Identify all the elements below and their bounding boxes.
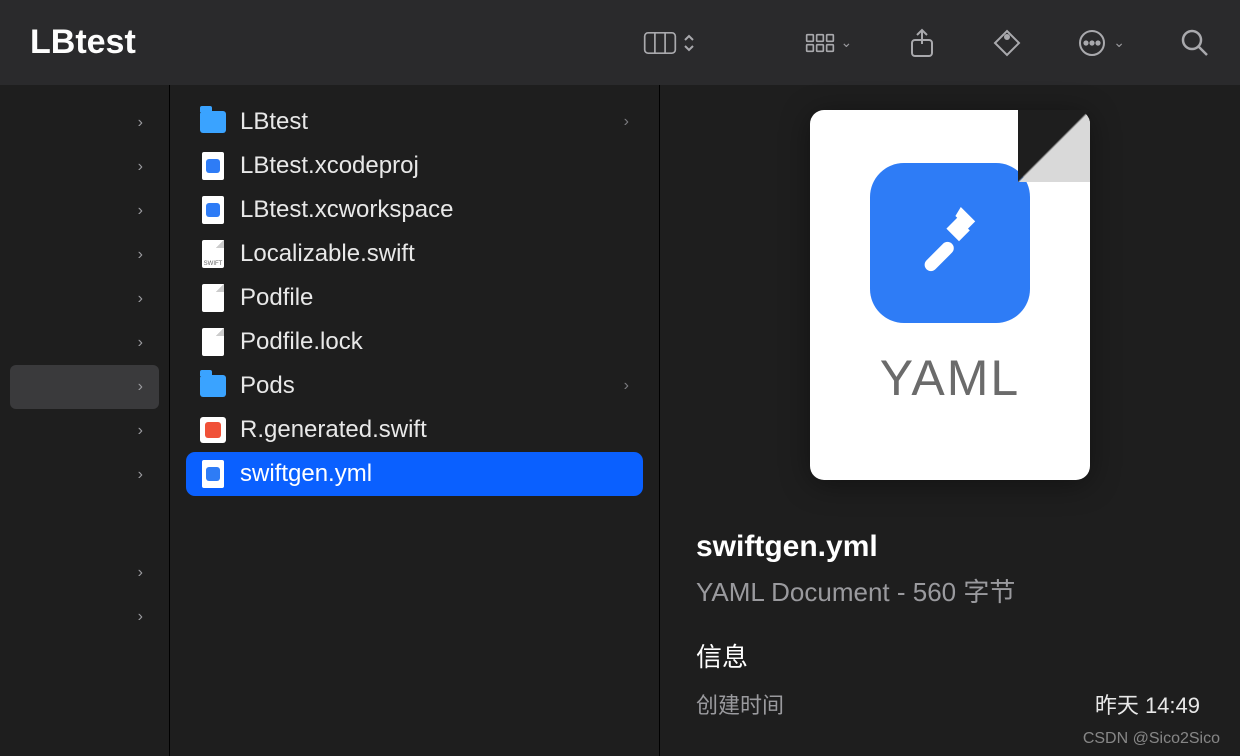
more-button[interactable]: ⌄ (1077, 28, 1125, 58)
file-name: LBtest.xcworkspace (240, 196, 629, 224)
file-name: LBtest (240, 108, 610, 136)
main-content: › › › › › › › › › › › LBtest › LBtest.xc… (0, 85, 1240, 756)
preview-created-label: 创建时间 (696, 688, 784, 720)
search-button[interactable] (1180, 28, 1210, 58)
chevron-down-icon: ⌄ (841, 34, 853, 51)
group-button[interactable]: ⌄ (805, 28, 853, 58)
file-name: R.generated.swift (240, 416, 629, 444)
chevron-right-icon: › (624, 113, 629, 131)
file-list-column: LBtest › LBtest.xcodeproj LBtest.xcworks… (170, 85, 660, 756)
sidebar-item-current[interactable]: › (10, 365, 159, 409)
chevron-right-icon: › (138, 334, 143, 352)
file-row-xcworkspace[interactable]: LBtest.xcworkspace (186, 188, 643, 232)
watermark: CSDN @Sico2Sico (1083, 730, 1220, 748)
tag-icon (992, 28, 1022, 58)
xcodeproj-icon (200, 153, 226, 179)
chevron-right-icon: › (138, 202, 143, 220)
preview-pane: YAML swiftgen.yml YAML Document - 560 字节… (660, 85, 1240, 756)
sidebar-item[interactable]: › (0, 145, 169, 189)
search-icon (1180, 28, 1210, 58)
chevron-right-icon: › (138, 608, 143, 626)
group-icon (805, 28, 835, 58)
preview-created-row: 创建时间 昨天 14:49 (696, 688, 1200, 720)
chevron-right-icon: › (138, 290, 143, 308)
ellipsis-circle-icon (1077, 28, 1107, 58)
file-name: swiftgen.yml (240, 460, 629, 488)
file-row-doc[interactable]: Podfile (186, 276, 643, 320)
chevron-right-icon: › (138, 378, 143, 396)
preview-ext-label: YAML (880, 349, 1020, 407)
sidebar-item[interactable]: › (0, 453, 169, 497)
toolbar: LBtest ⌄ (0, 0, 1240, 85)
preview-large-icon: YAML (810, 110, 1090, 480)
updown-icon (683, 33, 695, 53)
xcworkspace-icon (200, 197, 226, 223)
file-row-xcodeproj[interactable]: LBtest.xcodeproj (186, 144, 643, 188)
chevron-down-icon: ⌄ (1113, 34, 1125, 51)
sidebar-item[interactable]: › (0, 101, 169, 145)
preview-created-value: 昨天 14:49 (1095, 688, 1200, 720)
yaml-icon (200, 461, 226, 487)
preview-section-info: 信息 (696, 637, 1200, 674)
dogear-icon (1018, 110, 1090, 182)
swift-doc-icon: SWIFT (200, 241, 226, 267)
file-name: Podfile.lock (240, 328, 629, 356)
sidebar-item[interactable]: › (0, 189, 169, 233)
chevron-right-icon: › (138, 466, 143, 484)
toolbar-actions-group: ⌄ ⌄ (805, 28, 1210, 58)
columns-icon (643, 30, 677, 56)
preview-metadata: swiftgen.yml YAML Document - 560 字节 信息 创… (660, 480, 1240, 720)
folder-icon (200, 373, 226, 399)
sidebar-item[interactable]: › (0, 321, 169, 365)
sidebar-item[interactable]: › (0, 595, 169, 639)
share-icon (907, 28, 937, 58)
tags-button[interactable] (992, 28, 1022, 58)
sidebar-item[interactable]: › (0, 277, 169, 321)
window-title: LBtest (30, 23, 136, 62)
chevron-right-icon: › (138, 158, 143, 176)
sidebar-item[interactable]: › (0, 409, 169, 453)
file-name: Localizable.swift (240, 240, 629, 268)
sidebar-column: › › › › › › › › › › › (0, 85, 170, 756)
sidebar-item[interactable]: › (0, 551, 169, 595)
sidebar-item[interactable]: › (0, 233, 169, 277)
toolbar-view-group (643, 30, 695, 56)
preview-size: 560 字节 (913, 577, 1016, 607)
file-row-folder[interactable]: Pods › (186, 364, 643, 408)
preview-kind: YAML Document (696, 577, 890, 607)
file-row-swift[interactable]: R.generated.swift (186, 408, 643, 452)
swift-icon (200, 417, 226, 443)
hammer-icon (905, 198, 995, 288)
file-row-doc[interactable]: Podfile.lock (186, 320, 643, 364)
share-button[interactable] (907, 28, 937, 58)
preview-kind-size: YAML Document - 560 字节 (696, 572, 1200, 609)
document-icon (200, 329, 226, 355)
file-row-folder[interactable]: LBtest › (186, 100, 643, 144)
chevron-right-icon: › (624, 377, 629, 395)
file-row-yaml[interactable]: swiftgen.yml (186, 452, 643, 496)
folder-icon (200, 109, 226, 135)
xcode-badge-icon (870, 163, 1030, 323)
chevron-right-icon: › (138, 246, 143, 264)
chevron-right-icon: › (138, 564, 143, 582)
document-icon (200, 285, 226, 311)
columns-view-button[interactable] (643, 30, 695, 56)
chevron-right-icon: › (138, 422, 143, 440)
file-row-swiftdoc[interactable]: SWIFT Localizable.swift (186, 232, 643, 276)
chevron-right-icon: › (138, 114, 143, 132)
file-name: LBtest.xcodeproj (240, 152, 629, 180)
preview-filename: swiftgen.yml (696, 530, 1200, 564)
file-name: Podfile (240, 284, 629, 312)
file-name: Pods (240, 372, 610, 400)
